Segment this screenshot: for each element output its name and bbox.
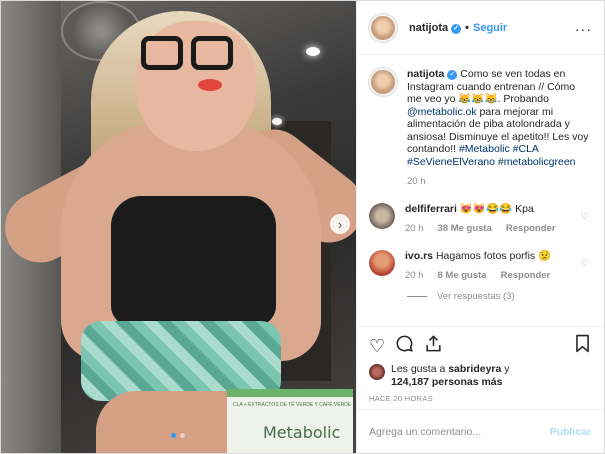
carousel-dot — [180, 433, 185, 438]
heart-icon[interactable]: ♡ — [369, 336, 385, 357]
comment-icon[interactable] — [395, 334, 414, 358]
liker-avatar[interactable] — [369, 364, 385, 380]
author-username[interactable]: natijota — [409, 22, 448, 34]
commenter-avatar[interactable] — [369, 249, 395, 276]
caption-mention[interactable]: @metabolic.ok — [407, 106, 477, 118]
view-replies-button[interactable]: Ver respuestas (3) — [407, 291, 591, 302]
comment-input[interactable] — [369, 425, 550, 438]
comment-username[interactable]: delfiferrari — [405, 203, 457, 215]
comment-likes[interactable]: 8 Me gusta — [438, 270, 487, 283]
comment-text: 😻😻😂😂 Kpa — [459, 202, 534, 215]
caption: natijota ✓ Como se ven todas en Instagram… — [369, 68, 591, 189]
carousel-dot-active — [171, 433, 176, 438]
reply-button[interactable]: Responder — [501, 270, 551, 283]
comment-time[interactable]: 20 h — [405, 223, 424, 236]
chevron-right-icon[interactable]: › — [330, 214, 350, 234]
caption-username[interactable]: natijota — [407, 68, 444, 80]
photo-sports-top — [111, 196, 276, 326]
replies-line — [407, 295, 427, 297]
more-options-icon[interactable]: ··· — [575, 21, 592, 37]
follow-button[interactable]: Seguir — [473, 22, 507, 34]
verified-badge-icon: ✓ — [451, 23, 462, 34]
bookmark-icon[interactable] — [574, 334, 591, 358]
photo-product-box: CLA + EXTRACTOS DE TÉ VERDE Y CAFÉ VERDE… — [227, 389, 353, 453]
heart-icon[interactable]: ♡ — [581, 211, 589, 222]
post-header: natijota ✓ • Seguir ··· — [357, 1, 604, 55]
likes-summary: Les gusta a sabrideyra y 124,187 persona… — [369, 363, 591, 388]
photo-ceiling-light — [272, 118, 282, 125]
reply-button[interactable]: Responder — [506, 223, 556, 236]
photo-lips — [198, 79, 222, 91]
verified-badge-icon: ✓ — [447, 70, 458, 80]
comment-item: ivo.rs Hagamos fotos porfis 😟 20 h 8 Me … — [369, 249, 591, 283]
carousel-indicator — [171, 433, 185, 438]
post-timestamp[interactable]: HACE 20 HORAS — [369, 394, 591, 403]
post-photo[interactable]: CLA + EXTRACTOS DE TÉ VERDE Y CAFÉ VERDE… — [1, 1, 356, 453]
photo-ceiling-light — [306, 47, 320, 56]
author-avatar[interactable] — [369, 68, 397, 96]
instagram-post: CLA + EXTRACTOS DE TÉ VERDE Y CAFÉ VERDE… — [0, 0, 605, 454]
publish-button[interactable]: Publicar — [550, 426, 591, 438]
comment-time[interactable]: 20 h — [405, 270, 424, 283]
header-separator: • — [465, 21, 469, 34]
author-avatar[interactable] — [369, 13, 397, 42]
liker-username[interactable]: sabrideyra — [448, 363, 501, 375]
comment-likes[interactable]: 38 Me gusta — [438, 223, 492, 236]
heart-icon[interactable]: ♡ — [581, 258, 589, 269]
caption-time[interactable]: 20 h — [407, 176, 591, 189]
add-comment-bar: Publicar — [357, 409, 603, 453]
post-actions: ♡ Les gusta a sabrideyra y 124,187 perso… — [357, 326, 603, 403]
likes-text: Les gusta a — [391, 363, 449, 375]
view-replies-label: Ver respuestas (3) — [437, 290, 515, 302]
comments-section[interactable]: natijota ✓ Como se ven todas en Instagram… — [357, 56, 603, 326]
product-box-name: Metabolic — [263, 423, 341, 442]
likes-text: y — [501, 363, 510, 375]
share-icon[interactable] — [424, 334, 443, 358]
post-sidebar: natijota ✓ • Seguir ··· natijota ✓ Como se v… — [356, 1, 604, 453]
commenter-avatar[interactable] — [369, 202, 395, 229]
likes-count[interactable]: 124,187 personas más — [391, 376, 503, 388]
photo-glasses — [141, 36, 236, 76]
product-box-subtitle: CLA + EXTRACTOS DE TÉ VERDE Y CAFÉ VERDE — [233, 402, 352, 408]
comment-item: delfiferrari 😻😻😂😂 Kpa 20 h 38 Me gusta R… — [369, 202, 591, 236]
comment-username[interactable]: ivo.rs — [405, 250, 433, 262]
comment-text: Hagamos fotos porfis 😟 — [435, 249, 552, 262]
